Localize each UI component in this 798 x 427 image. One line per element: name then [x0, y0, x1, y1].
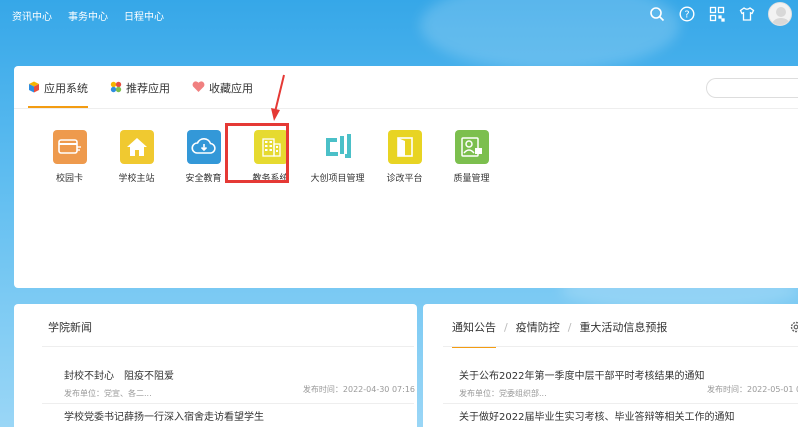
svg-text:?: ?: [684, 10, 689, 21]
top-nav: 资讯中心 事务中心 日程中心: [12, 8, 164, 23]
app-diagnosis-platform[interactable]: 诊改平台: [371, 130, 438, 184]
gear-icon[interactable]: [790, 318, 798, 337]
list-divider: [443, 403, 798, 404]
tab-epidemic-control[interactable]: 疫情防控: [516, 319, 560, 335]
app-tabs: 应用系统 推荐应用 收藏应用: [28, 76, 253, 108]
user-avatar[interactable]: [768, 2, 792, 26]
app-search-input[interactable]: [706, 78, 798, 98]
tab-favorite-apps[interactable]: 收藏应用: [192, 76, 253, 100]
search-icon[interactable]: [648, 5, 666, 23]
tab-app-systems[interactable]: 应用系统: [28, 76, 88, 108]
nav-schedule-center[interactable]: 日程中心: [124, 8, 164, 23]
chuang-icon: [321, 130, 355, 164]
notice-tabs: 通知公告 / 疫情防控 / 重大活动信息预报: [452, 319, 667, 348]
news-title: 学院新闻: [48, 321, 92, 334]
news-item-publisher: 发布单位：党宣、各二...: [64, 389, 152, 398]
notice-item-title[interactable]: 关于做好2022届毕业生实习考核、毕业答辩等相关工作的通知: [459, 408, 734, 423]
highlight-box: [225, 123, 289, 183]
tab-recommended-apps[interactable]: 推荐应用: [110, 76, 170, 100]
list-divider: [42, 403, 414, 404]
flower-icon: [110, 81, 122, 96]
news-divider: [42, 346, 414, 347]
app-label: 质量管理: [453, 174, 490, 184]
news-item[interactable]: 封校不封心 阻疫不阻爱 发布单位：党宣、各二...: [64, 367, 174, 399]
book-icon: [387, 130, 422, 164]
qrcode-icon[interactable]: [708, 5, 726, 23]
college-news-card: 学院新闻 封校不封心 阻疫不阻爱 发布单位：党宣、各二... 发布时间：2022…: [14, 304, 417, 427]
notice-item-title[interactable]: 关于公布2022年第一季度中层干部平时考核结果的通知: [459, 367, 704, 382]
apps-card: 应用系统 推荐应用 收藏应用 校园卡 学校主站 安全教育 教务系统 大创项目管理…: [14, 66, 798, 288]
app-label: 学校主站: [118, 174, 155, 184]
news-item-title[interactable]: 封校不封心 阻疫不阻爱: [64, 367, 174, 382]
news-item-date: 发布时间：2022-04-30 07:16: [302, 385, 415, 394]
app-innovation-projects[interactable]: 大创项目管理: [304, 130, 371, 184]
tab-notices[interactable]: 通知公告: [452, 319, 496, 348]
help-icon[interactable]: ?: [678, 5, 696, 23]
tab-major-events[interactable]: 重大活动信息预报: [579, 319, 667, 335]
news-item-title[interactable]: 学校党委书记薛扬一行深入宿舍走访看望学生: [64, 408, 264, 423]
notice-item-date: 发布时间：2022-05-01 09: [707, 385, 798, 394]
news-item[interactable]: 学校党委书记薛扬一行深入宿舍走访看望学生: [64, 408, 264, 423]
app-school-site[interactable]: 学校主站: [103, 130, 170, 184]
top-bar: 资讯中心 事务中心 日程中心 ?: [0, 0, 798, 30]
tabs-divider: [14, 108, 798, 109]
nav-news-center[interactable]: 资讯中心: [12, 8, 52, 23]
heart-icon: [192, 80, 205, 96]
nav-affairs-center[interactable]: 事务中心: [68, 8, 108, 23]
app-label: 诊改平台: [386, 174, 423, 184]
notice-item[interactable]: 关于做好2022届毕业生实习考核、毕业答辩等相关工作的通知: [459, 408, 734, 423]
annotation-arrow: [271, 74, 285, 121]
notice-item[interactable]: 关于公布2022年第一季度中层干部平时考核结果的通知 发布单位：党委组织部...: [459, 367, 704, 399]
cube-icon: [28, 81, 40, 96]
notice-divider: [443, 346, 798, 347]
tab-separator: /: [504, 320, 508, 334]
app-campus-card[interactable]: 校园卡: [36, 130, 103, 184]
notice-card: 通知公告 / 疫情防控 / 重大活动信息预报 关于公布2022年第一季度中层干部…: [423, 304, 798, 427]
quality-icon: [454, 130, 489, 164]
cloud-icon: [186, 130, 221, 164]
tab-label: 推荐应用: [126, 82, 170, 95]
tab-separator: /: [567, 320, 572, 334]
app-label: 校园卡: [55, 174, 83, 184]
app-quality-management[interactable]: 质量管理: [438, 130, 505, 184]
app-label: 大创项目管理: [310, 174, 365, 184]
tshirt-icon[interactable]: [738, 5, 756, 23]
home-icon: [119, 130, 154, 164]
app-label: 安全教育: [185, 174, 222, 184]
tab-label: 收藏应用: [209, 82, 253, 95]
tab-label: 应用系统: [44, 82, 88, 95]
top-icons: ?: [648, 2, 792, 26]
card-icon: [52, 130, 87, 164]
notice-item-publisher: 发布单位：党委组织部...: [459, 389, 547, 398]
